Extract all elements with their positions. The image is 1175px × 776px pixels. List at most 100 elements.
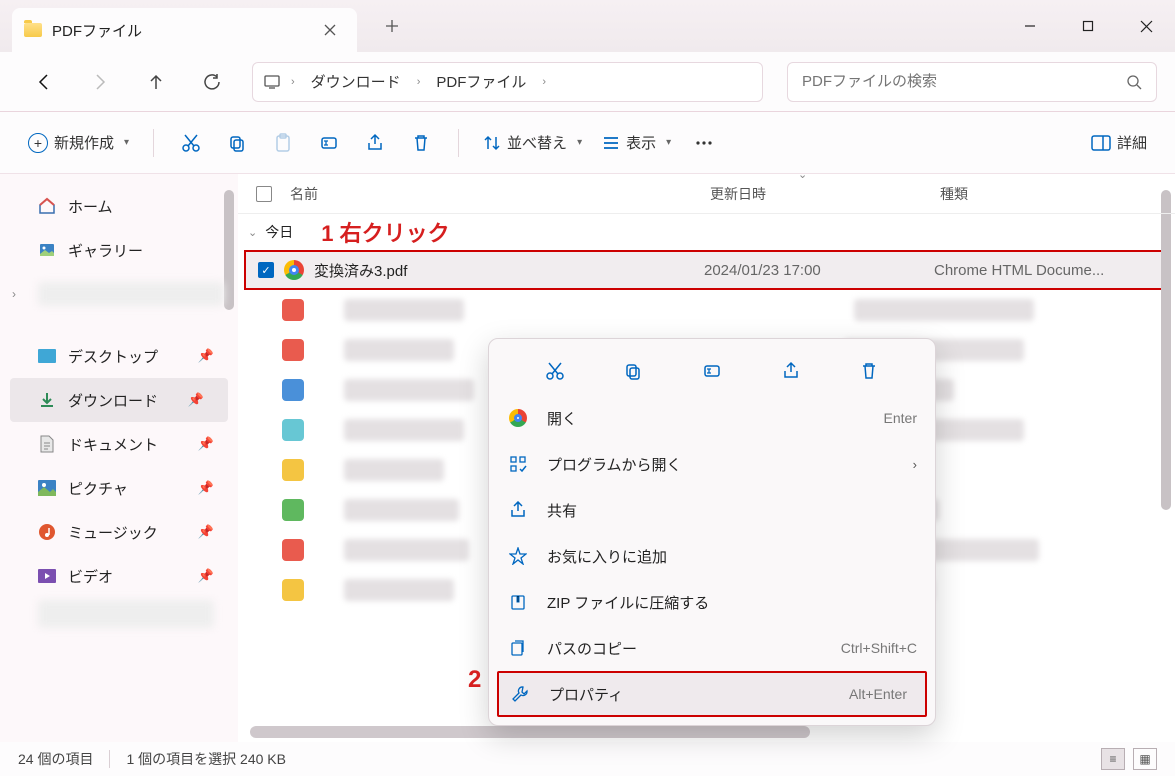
status-selection: 1 個の項目を選択 240 KB — [126, 749, 286, 769]
delete-button[interactable] — [402, 124, 440, 162]
maximize-button[interactable] — [1059, 0, 1117, 52]
close-tab-button[interactable] — [315, 15, 345, 45]
rename-button[interactable] — [310, 124, 348, 162]
tab-active[interactable]: PDFファイル — [12, 8, 357, 52]
column-type[interactable]: 種類 — [940, 184, 1175, 204]
home-icon — [38, 197, 56, 215]
column-date[interactable]: 更新日時 — [710, 184, 940, 204]
ctx-open-shortcut: Enter — [884, 410, 917, 426]
search-input[interactable] — [802, 73, 1126, 90]
callout-1: 1 右クリック — [321, 216, 449, 248]
up-button[interactable] — [130, 62, 182, 102]
ctx-copypath-shortcut: Ctrl+Shift+C — [841, 640, 917, 656]
video-icon — [38, 567, 56, 585]
sidebar-videos[interactable]: ビデオ 📌 — [0, 554, 238, 598]
breadcrumb-downloads[interactable]: ダウンロード — [305, 67, 407, 96]
view-button[interactable]: 表示 ▾ — [596, 124, 677, 162]
group-today[interactable]: ⌄ 今日 1 右クリック — [238, 214, 1175, 250]
sidebar-documents[interactable]: ドキュメント 📌 — [0, 422, 238, 466]
horizontal-scrollbar[interactable] — [250, 726, 810, 738]
ctx-favorite[interactable]: お気に入りに追加 — [489, 533, 935, 579]
column-header[interactable]: 名前 ⌄ 更新日時 種類 — [238, 174, 1175, 214]
pc-icon[interactable] — [263, 73, 281, 91]
search-box[interactable] — [787, 62, 1157, 102]
details-pane-button[interactable]: 詳細 — [1085, 124, 1153, 162]
ctx-share-button[interactable] — [770, 352, 812, 390]
separator — [109, 750, 110, 768]
pin-icon: 📌 — [198, 480, 214, 496]
sort-button[interactable]: 並べ替え ▾ — [477, 124, 588, 162]
ctx-delete-button[interactable] — [848, 352, 890, 390]
status-item-count: 24 個の項目 — [18, 749, 93, 769]
sidebar-pictures[interactable]: ピクチャ 📌 — [0, 466, 238, 510]
status-bar: 24 個の項目 1 個の項目を選択 240 KB ≡ ▦ — [0, 742, 1175, 776]
ctx-copy-button[interactable] — [612, 352, 654, 390]
ctx-zip[interactable]: ZIP ファイルに圧縮する — [489, 579, 935, 625]
file-checkbox[interactable]: ✓ — [258, 262, 274, 278]
sidebar-desktop[interactable]: デスクトップ 📌 — [0, 334, 238, 378]
plus-circle-icon: + — [28, 133, 48, 153]
ctx-cut-button[interactable] — [534, 352, 576, 390]
new-button[interactable]: + 新規作成 ▾ — [22, 124, 135, 162]
file-row-blurred — [238, 290, 1175, 330]
breadcrumb-folder[interactable]: PDFファイル — [430, 67, 532, 96]
file-row-selected[interactable]: ✓ 変換済み3.pdf 2024/01/23 17:00 Chrome HTML… — [244, 250, 1169, 290]
ctx-share[interactable]: 共有 — [489, 487, 935, 533]
search-icon[interactable] — [1126, 74, 1142, 90]
new-tab-button[interactable] — [372, 6, 412, 46]
sidebar-home[interactable]: ホーム — [0, 184, 238, 228]
close-window-button[interactable] — [1117, 0, 1175, 52]
sidebar-gallery-label: ギャラリー — [68, 240, 143, 261]
back-button[interactable] — [18, 62, 70, 102]
sidebar-downloads-label: ダウンロード — [68, 390, 158, 411]
share-icon — [507, 501, 529, 519]
ctx-rename-button[interactable] — [691, 352, 733, 390]
view-details-toggle[interactable]: ≡ — [1101, 748, 1125, 770]
chrome-icon — [284, 260, 304, 280]
share-button[interactable] — [356, 124, 394, 162]
sidebar-pictures-label: ピクチャ — [68, 478, 128, 499]
refresh-button[interactable] — [186, 62, 238, 102]
sidebar: ホーム ギャラリー › デスクトップ 📌 ダウンロード 📌 ドキュメント 📌 — [0, 174, 238, 742]
sidebar-music[interactable]: ミュージック 📌 — [0, 510, 238, 554]
select-all-checkbox[interactable] — [256, 186, 272, 202]
chevron-right-icon: › — [12, 287, 16, 301]
ctx-open-label: 開く — [547, 408, 577, 429]
sidebar-item-blurred — [38, 600, 214, 628]
cut-button[interactable] — [172, 124, 210, 162]
callout-2: 2 — [468, 666, 481, 694]
sidebar-downloads[interactable]: ダウンロード 📌 — [10, 378, 228, 422]
view-label: 表示 — [626, 132, 656, 153]
chevron-down-icon[interactable]: ⌄ — [798, 168, 807, 181]
sidebar-gallery[interactable]: ギャラリー — [0, 228, 238, 272]
chevron-right-icon[interactable]: › — [287, 76, 299, 88]
paste-button — [264, 124, 302, 162]
file-scrollbar[interactable] — [1161, 190, 1171, 510]
chevron-right-icon[interactable]: › — [538, 76, 550, 88]
view-icons-toggle[interactable]: ▦ — [1133, 748, 1157, 770]
ctx-copy-path[interactable]: パスのコピー Ctrl+Shift+C — [489, 625, 935, 671]
chevron-down-icon: ⌄ — [248, 226, 257, 239]
ctx-properties[interactable]: プロパティ Alt+Enter — [497, 671, 927, 717]
minimize-button[interactable] — [1001, 0, 1059, 52]
details-label: 詳細 — [1117, 132, 1147, 153]
ctx-open-with[interactable]: プログラムから開く › — [489, 441, 935, 487]
column-name[interactable]: 名前 — [290, 184, 710, 204]
more-button[interactable] — [685, 124, 723, 162]
forward-button[interactable] — [74, 62, 126, 102]
ctx-open[interactable]: 開く Enter — [489, 395, 935, 441]
download-icon — [38, 391, 56, 409]
file-type: Chrome HTML Docume... — [934, 262, 1167, 279]
pin-icon: 📌 — [198, 436, 214, 452]
file-name: 変換済み3.pdf — [314, 260, 704, 281]
chevron-right-icon[interactable]: › — [413, 76, 425, 88]
sidebar-item-blurred[interactable]: › — [0, 272, 238, 316]
ctx-favorite-label: お気に入りに追加 — [547, 546, 667, 567]
gallery-icon — [38, 241, 56, 259]
ctx-properties-label: プロパティ — [549, 684, 623, 705]
chevron-right-icon: › — [913, 457, 917, 472]
copy-button[interactable] — [218, 124, 256, 162]
window-controls — [1001, 0, 1175, 52]
breadcrumb[interactable]: › ダウンロード › PDFファイル › — [252, 62, 763, 102]
star-icon — [507, 547, 529, 565]
